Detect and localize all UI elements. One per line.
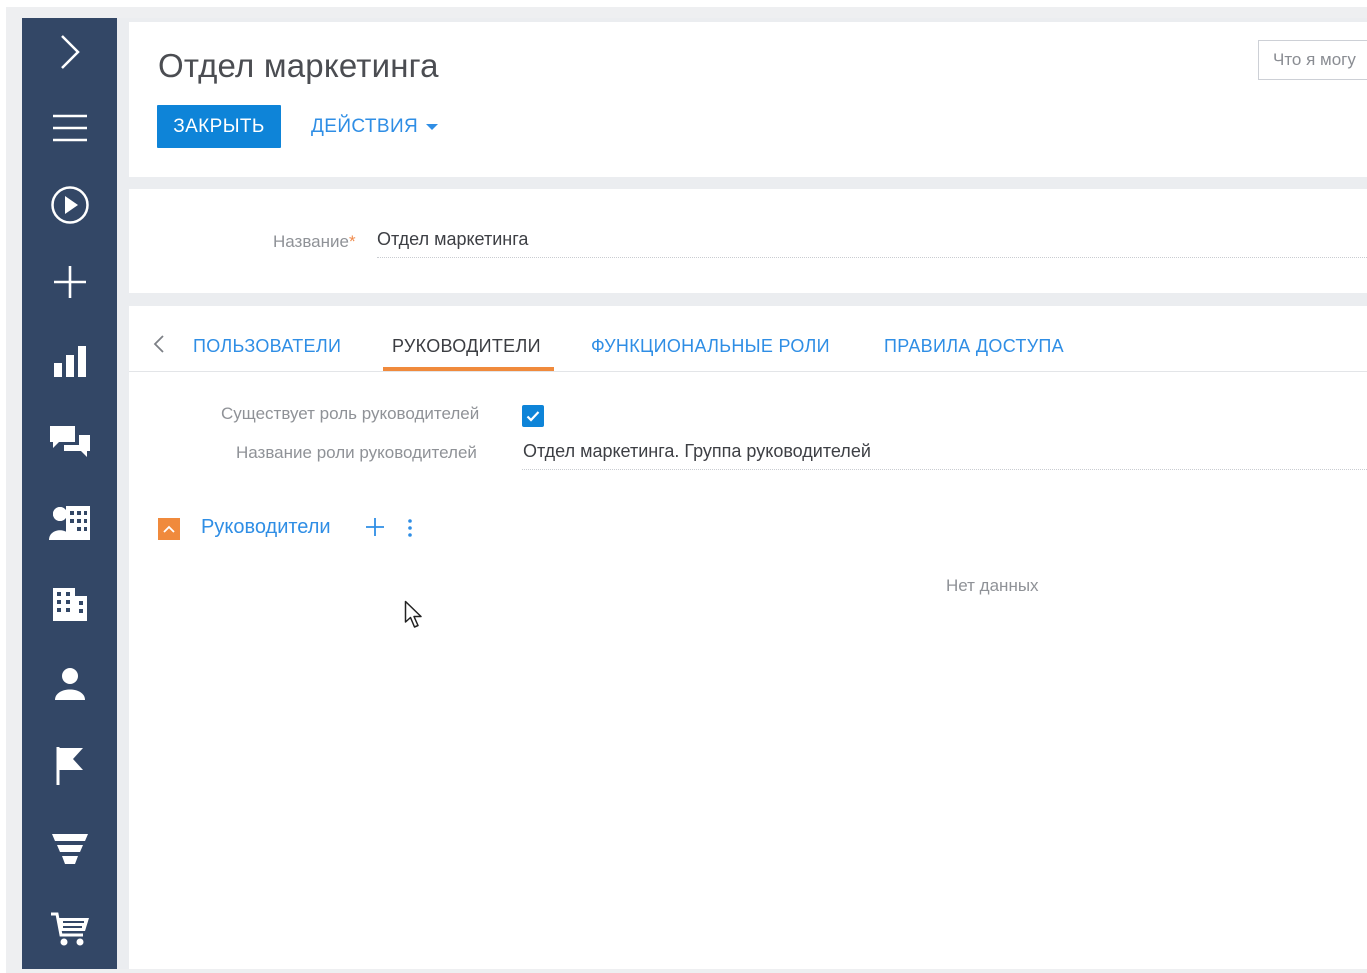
sidebar-item-add[interactable] [22, 254, 117, 310]
role-name-field[interactable]: Отдел маркетинга. Группа руководителей [523, 441, 871, 462]
sidebar-item-contacts[interactable] [22, 495, 117, 551]
sidebar-item-leads[interactable] [22, 821, 117, 877]
sidebar-item-start[interactable] [22, 177, 117, 233]
tabs-card: ПОЛЬЗОВАТЕЛИ РУКОВОДИТЕЛИ ФУНКЦИОНАЛЬНЫЕ… [129, 306, 1367, 969]
funnel-icon [51, 834, 88, 864]
chevron-right-icon [60, 35, 80, 69]
tab-users[interactable]: ПОЛЬЗОВАТЕЛИ [193, 336, 341, 357]
page-title: Отдел маркетинга [158, 47, 439, 84]
what-can-i-do-button[interactable]: Что я могу [1258, 40, 1367, 80]
chevron-left-icon[interactable] [153, 335, 165, 353]
flag-icon [56, 747, 83, 785]
sidebar-item-activities[interactable] [22, 738, 117, 794]
sidebar-item-contact[interactable] [22, 656, 117, 712]
cart-icon [50, 912, 89, 946]
bar-chart-icon [53, 346, 86, 377]
managers-detail-title[interactable]: Руководители [201, 516, 331, 539]
user-icon [54, 668, 85, 700]
tab-access-rules[interactable]: ПРАВИЛА ДОСТУПА [884, 336, 1064, 357]
building-icon [52, 588, 87, 621]
sidebar-item-accounts[interactable] [22, 576, 117, 632]
active-tab-indicator [383, 367, 554, 371]
main-area: Отдел маркетинга ЗАКРЫТЬ ДЕЙСТВИЯ Что я … [117, 18, 1367, 969]
chat-bubbles-icon [49, 426, 90, 457]
tab-functional-roles[interactable]: ФУНКЦИОНАЛЬНЫЕ РОЛИ [591, 336, 830, 357]
role-exists-label: Существует роль руководителей [221, 404, 480, 423]
hamburger-menu-icon [52, 114, 87, 142]
plus-icon [53, 266, 86, 298]
chevron-up-icon [163, 525, 175, 533]
sidebar-item-analytics[interactable] [22, 333, 117, 389]
empty-state-text: Нет данных [946, 576, 1039, 595]
required-mark: * [348, 232, 356, 251]
play-circle-icon [50, 186, 89, 224]
tabs-bar: ПОЛЬЗОВАТЕЛИ РУКОВОДИТЕЛИ ФУНКЦИОНАЛЬНЫЕ… [129, 306, 1367, 372]
primary-fields: Название* Отдел маркетинга [129, 189, 1367, 293]
actions-label: ДЕЙСТВИЯ [311, 116, 419, 137]
actions-dropdown[interactable]: ДЕЙСТВИЯ [311, 109, 439, 145]
role-name-underline [522, 469, 1367, 470]
detail-collapse-toggle[interactable] [158, 518, 180, 540]
sidebar-item-menu[interactable] [22, 100, 117, 156]
sidebar [22, 18, 117, 969]
name-field[interactable]: Отдел маркетинга [377, 229, 528, 250]
caret-down-icon [426, 124, 439, 130]
mouse-pointer-icon [404, 600, 422, 628]
contacts-building-icon [48, 506, 90, 540]
role-name-label: Название роли руководителей [236, 443, 477, 462]
sidebar-item-feed[interactable] [22, 414, 117, 470]
checkmark-icon [526, 411, 540, 422]
name-field-underline [377, 257, 1367, 258]
name-field-label: Название* [273, 232, 356, 252]
sidebar-toggle[interactable] [22, 24, 117, 80]
role-exists-checkbox[interactable] [522, 405, 544, 427]
page-header: Отдел маркетинга ЗАКРЫТЬ ДЕЙСТВИЯ Что я … [129, 22, 1367, 177]
name-label-text: Название [273, 232, 349, 251]
close-button[interactable]: ЗАКРЫТЬ [157, 105, 281, 148]
sidebar-item-orders[interactable] [22, 901, 117, 957]
add-icon[interactable] [365, 517, 385, 537]
more-options-icon[interactable] [407, 518, 413, 538]
tab-managers[interactable]: РУКОВОДИТЕЛИ [392, 336, 541, 357]
